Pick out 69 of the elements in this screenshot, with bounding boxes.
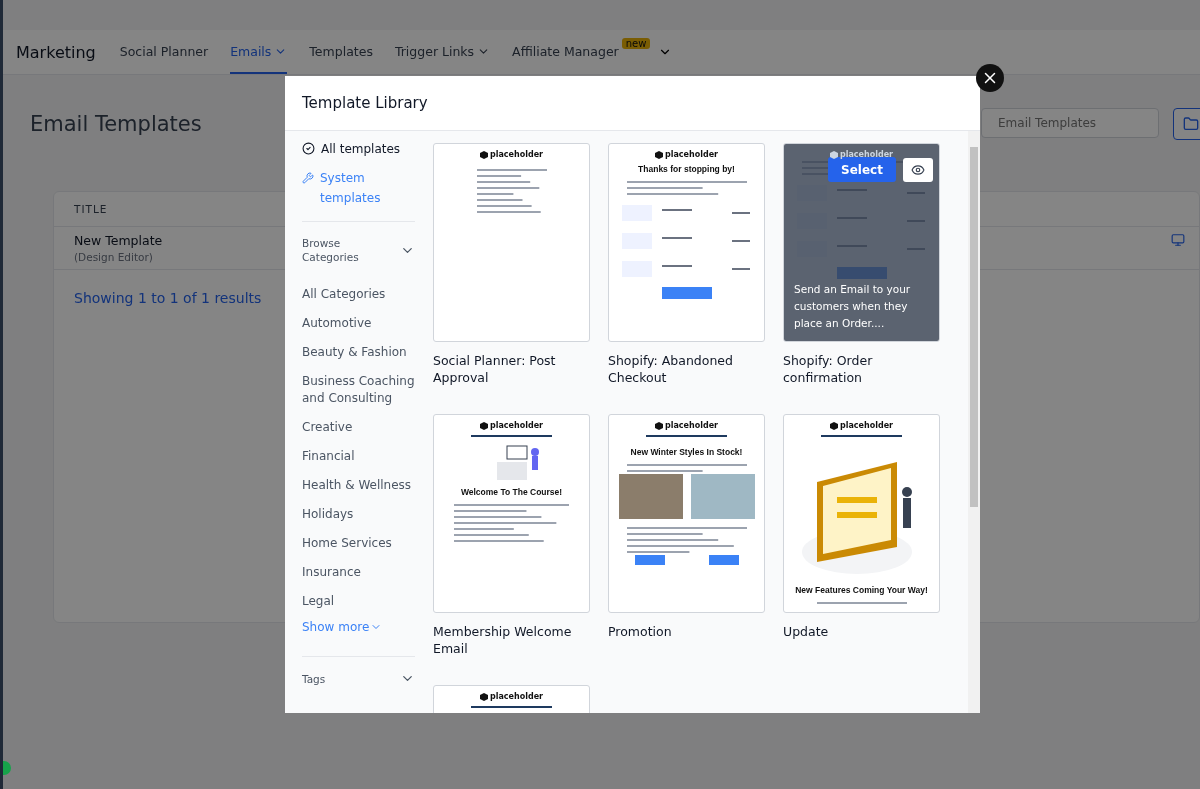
email-heading: New Features Coming Your Way! — [795, 585, 928, 595]
nav-tab[interactable]: Social Planner — [119, 30, 209, 74]
logo-text: placeholder — [654, 421, 719, 430]
brand-title: Marketing — [16, 41, 96, 64]
results-count: Showing 1 to 1 of 1 results — [74, 290, 262, 306]
category-item[interactable]: Legal — [302, 593, 415, 610]
monitor-icon[interactable] — [1171, 233, 1185, 247]
template-thumbnail[interactable]: placeholder Thanks for stopping by! — [608, 143, 765, 342]
hexagon-icon — [654, 150, 663, 159]
logo-text: placeholder — [829, 150, 894, 159]
hexagon-icon — [654, 421, 663, 430]
category-item[interactable]: Business Coaching and Consulting — [302, 373, 415, 407]
template-name: Membership Welcome Email — [433, 623, 573, 657]
template-name: Shopify: Order confirmation — [783, 352, 874, 386]
filter-item[interactable]: All templates — [302, 139, 415, 159]
check-circle-icon — [302, 142, 315, 155]
page-title: Email Templates — [30, 112, 202, 136]
template-thumbnail[interactable]: placeholder — [433, 685, 590, 713]
category-item[interactable]: Automotive — [302, 315, 415, 332]
new-badge: new — [621, 38, 651, 49]
template-thumbnail[interactable]: placeholder — [433, 143, 590, 342]
eye-icon — [911, 163, 925, 177]
template-thumbnail[interactable]: placeholder Select Send an Email to your customers when they place an Order.... — [783, 143, 940, 342]
nav-tab[interactable]: Trigger Links — [394, 30, 491, 74]
category-item[interactable]: Financial — [302, 448, 415, 465]
search-field[interactable]: Email Templates — [981, 108, 1159, 138]
hexagon-icon — [479, 692, 488, 701]
tags-label: Tags — [302, 671, 326, 686]
dialog-title: Template Library — [302, 94, 428, 112]
logo-text: placeholder — [479, 150, 544, 159]
preview-button[interactable] — [903, 158, 933, 182]
folder-icon — [1183, 116, 1199, 132]
logo-text: placeholder — [479, 692, 544, 701]
template-name: Promotion — [608, 623, 673, 640]
show-more-link[interactable]: Show more — [302, 620, 415, 634]
template-thumbnail[interactable]: placeholder New Features Coming Your Way! — [783, 414, 940, 613]
nav-tab[interactable]: Templates — [309, 30, 373, 74]
scrollbar[interactable] — [968, 131, 980, 713]
text-lines-drawing — [476, 167, 547, 215]
template-description: Send an Email to your customers when they place an Order.... — [794, 282, 912, 331]
category-item[interactable]: Home Services — [302, 535, 415, 552]
email-heading: New Winter Styles In Stock! — [630, 447, 743, 457]
template-thumbnail[interactable]: placeholder New Winter Styles In Stock! — [608, 414, 765, 613]
category-item[interactable]: Beauty & Fashion — [302, 344, 415, 361]
category-item[interactable]: Holidays — [302, 506, 415, 523]
button-drawing — [661, 287, 712, 299]
email-heading: Welcome To The Course! — [460, 487, 563, 497]
logo-text: placeholder — [829, 421, 894, 430]
hexagon-icon — [829, 421, 838, 430]
hexagon-icon — [479, 421, 488, 430]
template-editor-type: (Design Editor) — [74, 251, 154, 263]
hexagon-icon — [479, 150, 488, 159]
email-heading: Thanks for stopping by! — [638, 164, 735, 174]
browse-categories-label: Browse Categories — [302, 236, 360, 264]
logo-text: placeholder — [654, 150, 719, 159]
logo-text: placeholder — [479, 421, 544, 430]
hexagon-icon — [829, 150, 838, 159]
category-item[interactable]: Insurance — [302, 564, 415, 581]
category-item[interactable]: All Categories — [302, 286, 415, 303]
template-name: Update — [783, 623, 830, 640]
template-title[interactable]: New Template — [74, 233, 163, 248]
wrench-icon — [302, 172, 314, 184]
folder-button[interactable] — [1173, 108, 1200, 140]
template-thumbnail[interactable]: placeholder Welcome To The Course! — [433, 414, 590, 613]
category-item[interactable]: Creative — [302, 419, 415, 436]
template-name: Social Planner: Post Approval — [433, 352, 557, 386]
category-item[interactable]: Health & Wellness — [302, 477, 415, 494]
nav-tab[interactable]: Affiliate Manager new — [512, 30, 651, 74]
template-name: Shopify: Abandoned Checkout — [608, 352, 734, 386]
